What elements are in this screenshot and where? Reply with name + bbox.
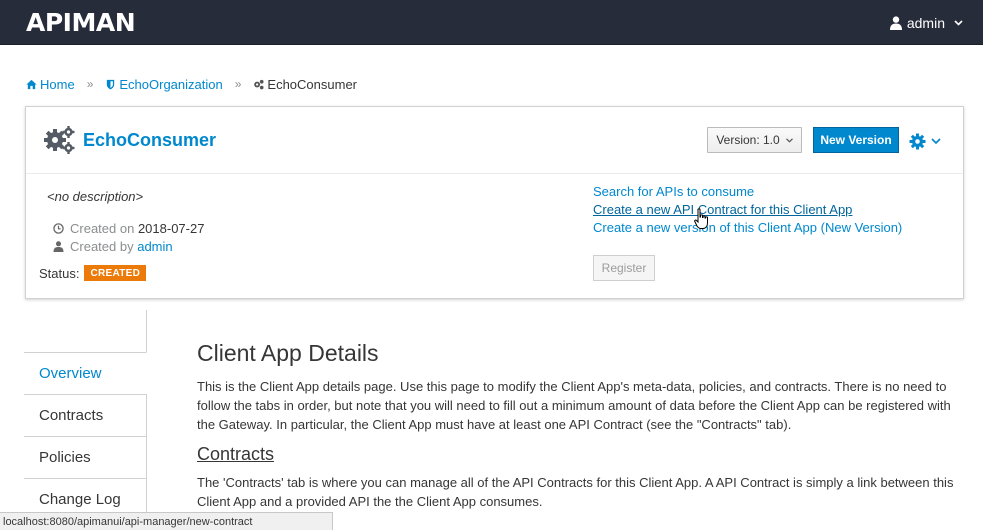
chevron-down-icon xyxy=(954,19,963,26)
breadcrumb-home[interactable]: Home xyxy=(26,77,75,92)
logo-text: APIMAN xyxy=(26,8,136,37)
tabs-spacer xyxy=(24,310,147,352)
breadcrumb-organization[interactable]: EchoOrganization xyxy=(105,76,223,92)
client-app-title: EchoConsumer xyxy=(83,130,217,150)
main-content: Client App Details This is the Client Ap… xyxy=(197,340,957,511)
breadcrumb-organization-label: EchoOrganization xyxy=(119,76,223,92)
contracts-heading: Contracts xyxy=(197,444,275,464)
breadcrumb-home-label: Home xyxy=(40,76,75,92)
version-dropdown-label: Version: 1.0 xyxy=(716,133,780,147)
contracts-paragraph: The 'Contracts' tab is where you can man… xyxy=(197,475,954,509)
client-app-tabs: Overview Contracts Policies Change Log xyxy=(24,310,147,520)
client-app-description: <no description> xyxy=(47,189,144,204)
created-on-label: Created on xyxy=(70,221,135,236)
gears-icon xyxy=(254,79,264,89)
tab-contracts[interactable]: Contracts xyxy=(24,394,147,436)
breadcrumb-separator: » xyxy=(234,77,242,91)
user-icon xyxy=(889,15,902,30)
top-navbar: APIMAN admin xyxy=(0,0,983,45)
chevron-down-icon xyxy=(931,138,941,144)
version-dropdown[interactable]: Version: 1.0 xyxy=(707,127,802,153)
shield-icon xyxy=(107,79,115,90)
breadcrumb: Home » EchoOrganization » EchoConsumer xyxy=(26,75,357,93)
created-on-value: 2018-07-27 xyxy=(137,221,205,236)
create-version-link[interactable]: Create a new version of this Client App … xyxy=(593,219,902,237)
user-menu[interactable]: admin xyxy=(889,0,963,45)
client-app-actions: Search for APIs to consume Create a new … xyxy=(593,183,902,237)
breadcrumb-current: EchoConsumer xyxy=(253,77,357,92)
status-badge: CREATED xyxy=(84,265,147,281)
created-by-label: Created by xyxy=(70,239,134,254)
browser-status-bar: localhost:8080/apimanui/api-manager/new-… xyxy=(0,512,333,530)
gear-icon xyxy=(909,133,926,149)
page-title: Client App Details xyxy=(197,340,379,366)
created-on: Created on 2018-07-27 xyxy=(53,221,204,236)
clock-icon xyxy=(53,223,64,234)
search-apis-link[interactable]: Search for APIs to consume xyxy=(593,183,902,201)
client-app-gears-icon xyxy=(44,126,75,154)
created-by-user-link[interactable]: admin xyxy=(137,239,172,254)
new-version-button[interactable]: New Version xyxy=(813,127,899,153)
status-label: Status: xyxy=(39,265,80,281)
client-app-summary-card: EchoConsumer Version: 1.0 New Version <n… xyxy=(25,106,964,299)
breadcrumb-current-label: EchoConsumer xyxy=(267,76,358,92)
create-contract-link[interactable]: Create a new API Contract for this Clien… xyxy=(593,201,902,219)
created-by: Created by admin xyxy=(53,239,173,254)
user-name: admin xyxy=(906,14,945,31)
actions-gear-menu[interactable] xyxy=(909,131,945,151)
user-icon xyxy=(53,241,64,252)
tab-policies[interactable]: Policies xyxy=(24,436,147,478)
status-row: Status: CREATED xyxy=(39,265,147,281)
home-icon xyxy=(26,79,37,89)
intro-paragraph: This is the Client App details page. Use… xyxy=(197,379,951,432)
chevron-down-icon xyxy=(785,137,793,143)
breadcrumb-separator: » xyxy=(86,77,94,91)
tab-overview[interactable]: Overview xyxy=(24,352,147,394)
apiman-logo[interactable]: APIMAN xyxy=(26,8,136,37)
register-button[interactable]: Register xyxy=(593,255,655,281)
card-header: EchoConsumer Version: 1.0 New Version xyxy=(26,107,963,174)
